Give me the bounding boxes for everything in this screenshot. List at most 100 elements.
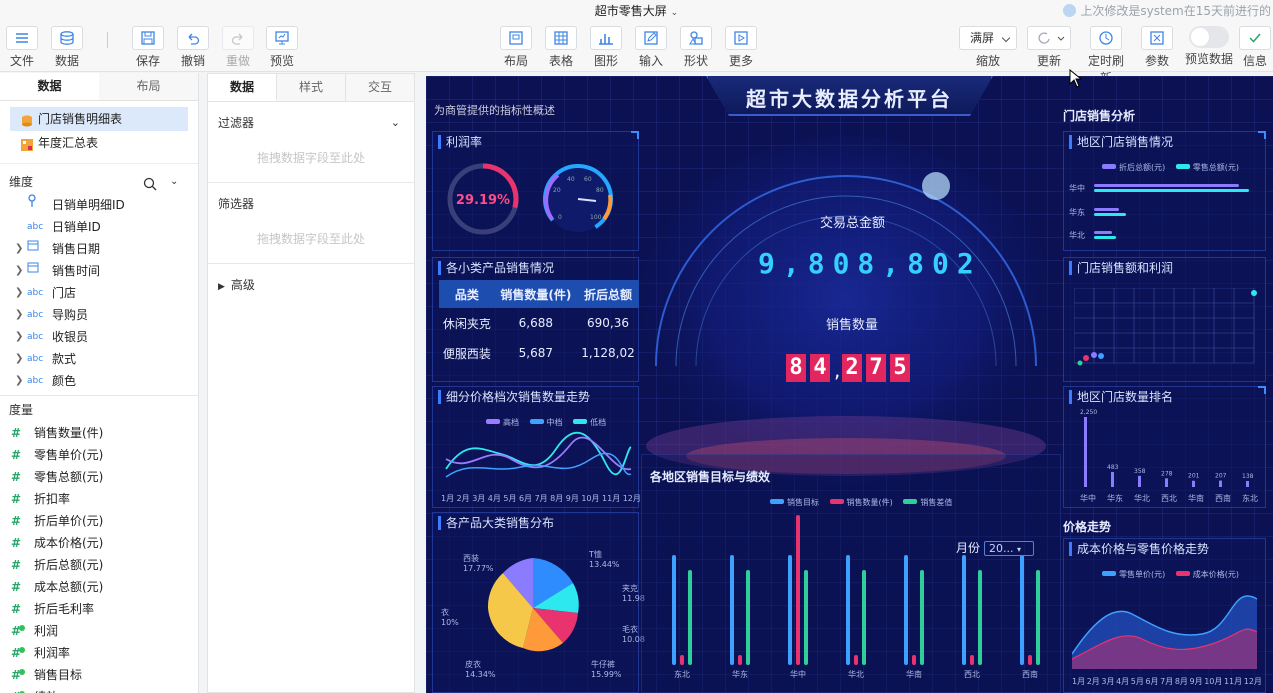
- table-button[interactable]: 表格: [539, 26, 583, 69]
- price-cost-panel[interactable]: 成本价格与零售价格走势 零售单价(元) 成本价格(元) 1月 2月 3月 4月 5月 6月…: [1063, 538, 1266, 693]
- dimension-field[interactable]: ❯ abc 门店: [0, 282, 198, 304]
- tab-data[interactable]: 数据: [208, 74, 277, 101]
- measure-field[interactable]: # 销售目标: [0, 664, 198, 686]
- dimension-field[interactable]: abc 日销单ID: [0, 216, 198, 238]
- params-icon: [1141, 26, 1173, 50]
- profit-rate-panel[interactable]: 利润率 29.19% 40 60 20 80 0 100: [432, 131, 639, 251]
- measure-field[interactable]: # 成本总额(元): [0, 576, 198, 598]
- chevron-right-icon[interactable]: ❯: [15, 238, 23, 260]
- calc-dot-icon: [19, 669, 25, 675]
- x-axis: 1月 2月 3月 4月 5月 6月 7月 8月 9月 10月 11月 12月: [1072, 676, 1262, 687]
- dimension-field[interactable]: ❯ abc 导购员: [0, 304, 198, 326]
- chevron-down-icon[interactable]: ⌄: [170, 170, 178, 194]
- dataset-item-annual-summary[interactable]: 年度汇总表: [0, 131, 198, 155]
- filter-drop-zone[interactable]: 拖拽数据字段至此处: [218, 138, 404, 182]
- refresh-button[interactable]: 更新: [1027, 26, 1071, 69]
- rank-value: 138: [1242, 473, 1254, 480]
- input-button[interactable]: 输入: [629, 26, 673, 69]
- data-button[interactable]: 数据: [45, 26, 89, 69]
- region-bar: [1020, 555, 1024, 665]
- table-icon: [545, 26, 577, 50]
- gauge-tick: 60: [584, 176, 592, 183]
- user-icon: [1063, 4, 1077, 17]
- measure-field[interactable]: # 成本价格(元): [0, 532, 198, 554]
- x-tick: 西南: [1022, 670, 1038, 679]
- shape-button[interactable]: 形状: [674, 26, 718, 69]
- chevron-right-icon[interactable]: ❯: [15, 304, 23, 326]
- x-tick: 10月: [1204, 677, 1223, 686]
- params-button[interactable]: 参数: [1135, 26, 1179, 69]
- chevron-right-icon[interactable]: ❯: [15, 282, 23, 304]
- abc-icon: abc: [27, 354, 44, 364]
- panel-title: 地区门店销售情况: [1069, 135, 1173, 149]
- abc-icon: abc: [27, 376, 44, 386]
- region-target-panel[interactable]: 各地区销售目标与绩效 销售目标 销售数量(件) 销售差值 东北 华东 华中 华北 华南 西…: [641, 454, 1061, 693]
- x-tick: 3月: [472, 494, 486, 503]
- measure-field[interactable]: # 折扣率: [0, 488, 198, 510]
- chevron-down-icon[interactable]: ⌄: [671, 8, 679, 18]
- tab-interaction[interactable]: 交互: [346, 74, 414, 101]
- chevron-right-icon[interactable]: ❯: [15, 370, 23, 392]
- region-bar: [738, 655, 742, 665]
- panel-title: 各地区销售目标与绩效: [650, 470, 771, 484]
- more-button[interactable]: 更多: [719, 26, 763, 69]
- price-trend-panel[interactable]: 细分价格档次销售数量走势 高档 中档 低档 1月 2月 3月 4月 5月 6月 7月 8月 9月…: [432, 386, 641, 508]
- hash-icon: #: [11, 646, 22, 660]
- undo-button[interactable]: 撤销: [171, 26, 215, 69]
- chevron-right-icon[interactable]: ❯: [15, 260, 23, 282]
- x-tick: 华中: [790, 670, 806, 679]
- advanced-section[interactable]: ▶ 高级: [208, 270, 414, 300]
- zoom-select[interactable]: 满屏: [959, 26, 1017, 50]
- category-dist-panel[interactable]: 各产品大类销售分布 西装 17.77% T恤 13.44% 夹克 11.98 毛衣 10…: [432, 512, 645, 693]
- tab-layout[interactable]: 布局: [99, 73, 198, 100]
- region-store-sales-panel[interactable]: 地区门店销售情况 折后总额(元) 零售总额(元) 华中 华东 华北: [1063, 131, 1266, 251]
- measure-field[interactable]: # 销售数量(件): [0, 422, 198, 444]
- dimension-field[interactable]: ❯ abc 颜色: [0, 370, 198, 392]
- store-profit-panel[interactable]: 门店销售额和利润: [1063, 257, 1266, 382]
- chevron-right-icon[interactable]: ❯: [15, 326, 23, 348]
- info-button[interactable]: 信息: [1237, 26, 1273, 69]
- region-bar: [962, 555, 966, 665]
- selector-drop-zone[interactable]: 拖拽数据字段至此处: [218, 219, 404, 263]
- save-button[interactable]: 保存: [126, 26, 170, 69]
- month-select[interactable]: 20... ▾: [984, 541, 1034, 556]
- x-tick: 6月: [518, 494, 533, 503]
- measure-field[interactable]: # 折后单价(元): [0, 510, 198, 532]
- measure-field[interactable]: # 零售单价(元): [0, 444, 198, 466]
- pie-label: 西装 17.77%: [463, 554, 494, 573]
- x-tick: 华东: [1107, 494, 1123, 503]
- hash-icon: #: [11, 624, 22, 638]
- preview-data-toggle[interactable]: 预览数据: [1183, 26, 1235, 67]
- tab-style[interactable]: 样式: [277, 74, 346, 101]
- measure-field[interactable]: # 折后总额(元): [0, 554, 198, 576]
- measure-field[interactable]: # 折后毛利率: [0, 598, 198, 620]
- file-button[interactable]: 文件: [0, 26, 44, 69]
- dashboard-canvas[interactable]: 超市大数据分析平台 为商管提供的指标性概述 门店销售分析 利润率 29.19% …: [426, 76, 1273, 693]
- region-bar: [970, 655, 974, 665]
- layout-button[interactable]: 布局: [494, 26, 538, 69]
- x-tick: 12月: [1243, 677, 1262, 686]
- dimension-field[interactable]: ❯ abc 收银员: [0, 326, 198, 348]
- chevron-right-icon[interactable]: ❯: [15, 348, 23, 370]
- measure-field[interactable]: #绩效: [0, 686, 198, 693]
- window-title[interactable]: 超市零售大屏: [595, 0, 667, 22]
- dimension-field[interactable]: 日销单明细ID: [0, 194, 198, 216]
- dimension-field[interactable]: ❯ 销售时间: [0, 260, 198, 282]
- abc-icon: abc: [27, 288, 44, 298]
- measure-field[interactable]: # 零售总额(元): [0, 466, 198, 488]
- dimension-field[interactable]: ❯ abc 款式: [0, 348, 198, 370]
- table-header: 折后总额: [577, 280, 639, 308]
- store-rank-panel[interactable]: 地区门店数量排名 2,250 483 358 278 201 207 138 华中 华东 华北 西…: [1063, 386, 1266, 508]
- pie-label: 牛仔裤 15.99%: [591, 660, 622, 679]
- tab-data[interactable]: 数据: [0, 73, 99, 100]
- redo-button[interactable]: 重做: [216, 26, 260, 69]
- graphic-button[interactable]: 图形: [584, 26, 628, 69]
- dataset-item-store-sales[interactable]: 门店销售明细表: [10, 107, 188, 131]
- preview-button[interactable]: 预览: [260, 26, 304, 69]
- qty-digit: 4: [810, 354, 830, 382]
- dimension-field[interactable]: ❯ 销售日期: [0, 238, 198, 260]
- chevron-down-icon[interactable]: ⌄: [391, 108, 400, 138]
- toggle-switch[interactable]: [1189, 26, 1229, 48]
- measure-field[interactable]: # 利润率: [0, 642, 198, 664]
- measure-field[interactable]: # 利润: [0, 620, 198, 642]
